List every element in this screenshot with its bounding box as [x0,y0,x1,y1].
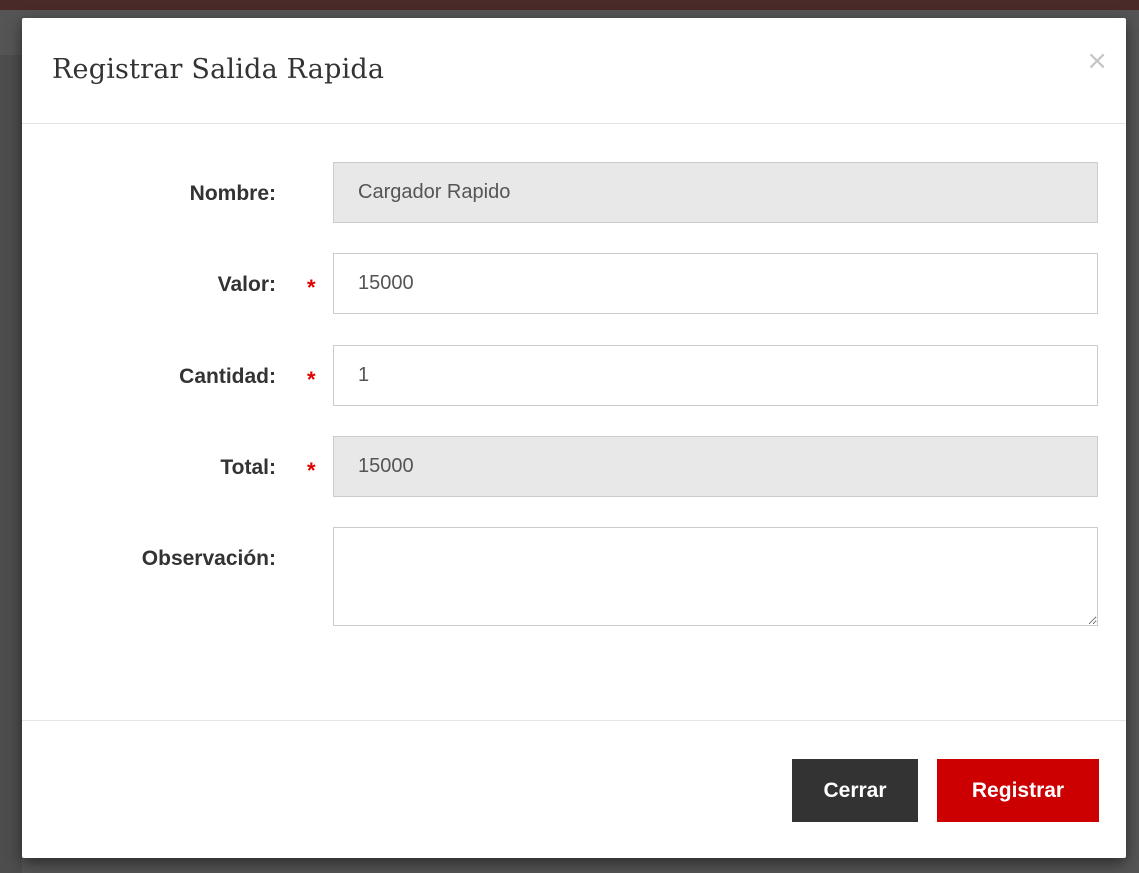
cantidad-label: Cantidad: [179,365,276,388]
close-button[interactable]: Cerrar [792,759,918,822]
total-input[interactable] [333,436,1098,497]
register-exit-modal: Registrar Salida Rapida × Nombre: Valor:… [22,18,1126,858]
close-icon[interactable]: × [1086,48,1108,74]
required-indicator: * [307,367,316,392]
backdrop [0,55,22,873]
modal-header: Registrar Salida Rapida × [22,18,1126,124]
cantidad-input[interactable] [333,345,1098,406]
valor-input[interactable] [333,253,1098,314]
observacion-label: Observación: [141,547,276,570]
nombre-input[interactable] [333,162,1098,223]
required-indicator: * [307,275,316,300]
required-indicator: * [307,458,316,483]
backdrop-top [0,0,1139,10]
modal-title: Registrar Salida Rapida [52,54,385,85]
nombre-label: Nombre: [189,182,276,205]
valor-label: Valor: [217,273,276,296]
register-button[interactable]: Registrar [937,759,1099,822]
total-label: Total: [220,456,276,479]
modal-footer: Cerrar Registrar [22,720,1126,859]
observacion-textarea[interactable] [333,527,1098,626]
